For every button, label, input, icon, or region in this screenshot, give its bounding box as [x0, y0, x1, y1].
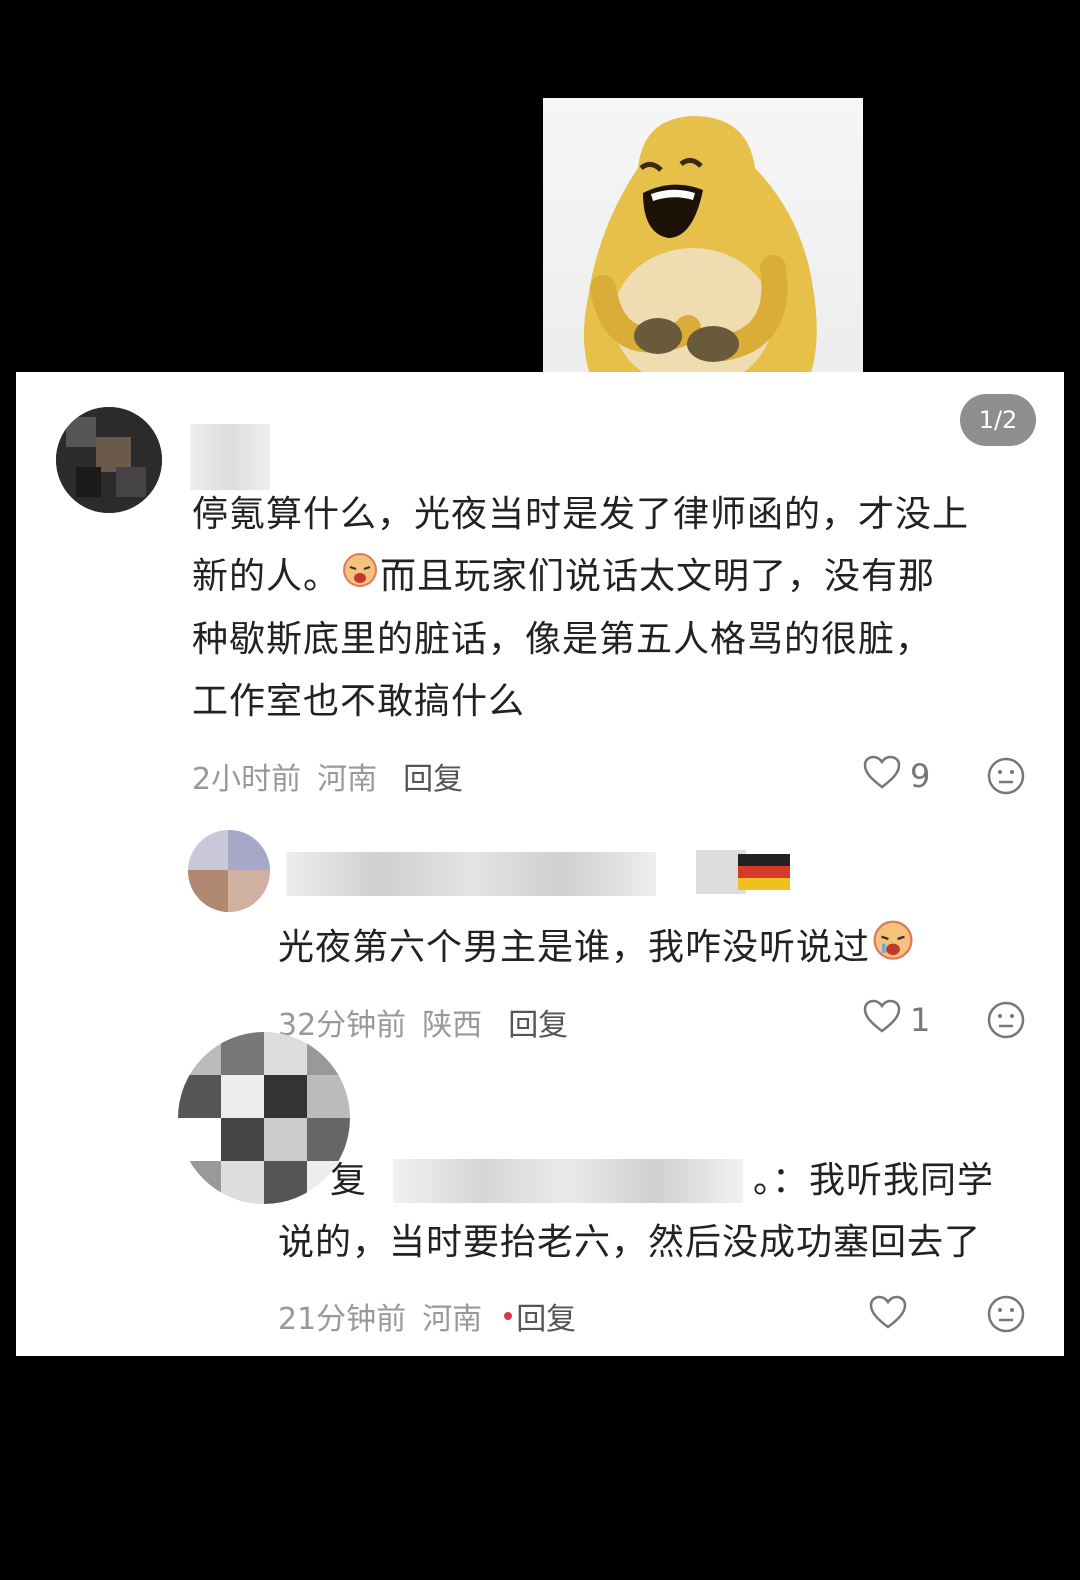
reply-text: 光夜第六个男主是谁，我咋没听说过 [278, 916, 1038, 982]
reply-button[interactable]: 回复 [508, 1000, 568, 1044]
neutral-face-icon[interactable] [986, 756, 1026, 800]
timestamp: 2小时前 [192, 762, 302, 797]
like-count: 1 [910, 1001, 931, 1039]
blurred-username [190, 424, 270, 490]
blurred-username [286, 852, 656, 896]
neutral-face-icon[interactable] [986, 1000, 1026, 1044]
avatar[interactable] [188, 830, 270, 912]
like-button[interactable]: 1 [862, 998, 930, 1042]
timestamp: 32分钟前 [278, 1008, 407, 1043]
heart-outline-icon [862, 754, 902, 798]
reply-button[interactable]: 回复 [403, 754, 463, 798]
like-button[interactable]: 9 [862, 754, 930, 798]
avatar[interactable] [56, 407, 162, 513]
comment-meta: 32分钟前 陕西 回复 [278, 1000, 568, 1044]
reply-button[interactable]: 回复 [516, 1294, 576, 1338]
crying-face-emoji-icon [870, 916, 916, 982]
unread-dot [504, 1312, 513, 1320]
comment-meta: 2小时前 河南 回复 [192, 754, 463, 798]
comment-meta: 21分钟前 河南 回复 [278, 1294, 576, 1338]
crying-face-emoji-icon [340, 547, 380, 609]
flag-icon [738, 854, 790, 890]
region: 陕西 [422, 1008, 483, 1043]
comment-text: 停氪算什么，光夜当时是发了律师函的，才没上 新的人。 而且玩家们说话太文明了，没有… [192, 494, 970, 722]
laughing-sticker-image [543, 98, 863, 416]
region: 河南 [317, 762, 378, 797]
region: 河南 [422, 1302, 483, 1337]
heart-outline-icon [868, 1294, 908, 1338]
timestamp: 21分钟前 [278, 1302, 407, 1337]
like-button[interactable] [868, 1294, 908, 1338]
neutral-face-icon[interactable] [986, 1294, 1026, 1338]
page-indicator: 1/2 [960, 394, 1036, 446]
like-count: 9 [910, 757, 931, 795]
blurred-username [393, 1159, 744, 1203]
comment-card: 1/2 停氪算什么，光夜当时是发了律师函的，才没上 新的人。 而且玩家们说话太文明… [16, 372, 1064, 1356]
reply-text: 复 。：我听我同学 说的，当时要抬老六，然后没成功塞回去了 [278, 1159, 995, 1263]
heart-outline-icon [862, 998, 902, 1042]
